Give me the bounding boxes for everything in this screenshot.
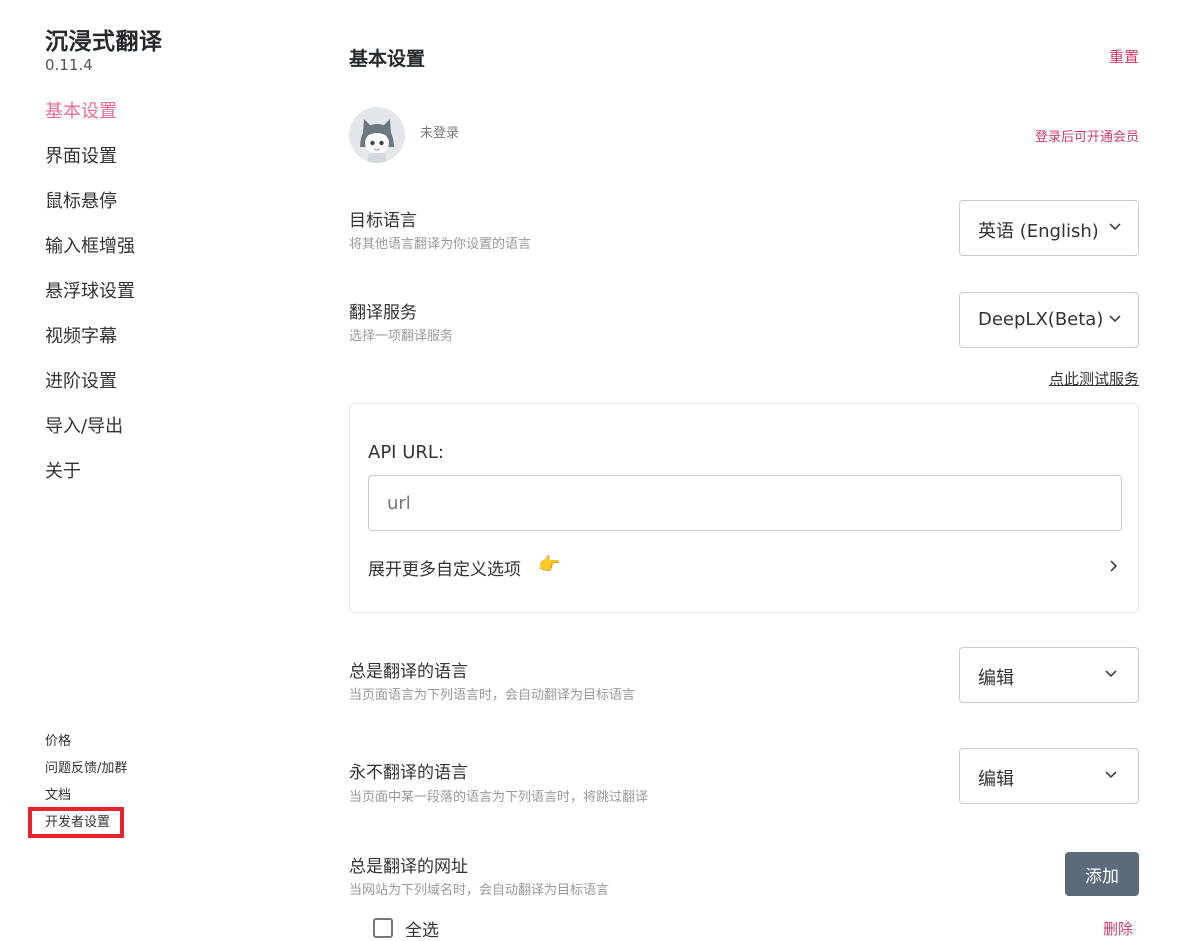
always-translate-languages-title: 总是翻译的语言 <box>349 662 468 682</box>
never-translate-languages-select[interactable]: 编辑 <box>959 748 1139 804</box>
never-translate-languages-title: 永不翻译的语言 <box>349 763 468 783</box>
translation-service-value: DeepLX(Beta) <box>978 309 1104 330</box>
add-site-button[interactable]: 添加 <box>1065 852 1139 896</box>
select-all-checkbox[interactable] <box>373 918 393 938</box>
nav-item-float-ball[interactable]: 悬浮球设置 <box>45 277 135 303</box>
never-translate-languages-desc: 当页面中某一段落的语言为下列语言时，将跳过翻译 <box>349 790 649 805</box>
app-version: 0.11.4 <box>45 56 93 74</box>
select-all-label: 全选 <box>405 921 439 941</box>
nav-item-input-enhance[interactable]: 输入框增强 <box>45 232 135 258</box>
always-translate-sites-desc: 当网站为下列域名时，会自动翻译为目标语言 <box>349 883 610 898</box>
delete-link[interactable]: 删除 <box>1103 918 1133 939</box>
nav-item-import-export[interactable]: 导入/导出 <box>45 412 123 438</box>
page-title: 基本设置 <box>349 48 426 70</box>
nav-item-interface-settings[interactable]: 界面设置 <box>45 142 117 168</box>
avatar[interactable] <box>349 107 405 163</box>
app-title: 沉浸式翻译 <box>45 29 163 55</box>
translation-service-select[interactable]: DeepLX(Beta) <box>959 292 1139 348</box>
translation-service-title: 翻译服务 <box>349 303 417 323</box>
login-status: 未登录 <box>420 126 460 141</box>
footer-link-feedback[interactable]: 问题反馈/加群 <box>45 757 127 776</box>
target-language-desc: 将其他语言翻译为你设置的语言 <box>349 237 532 252</box>
service-config-panel: API URL: 展开更多自定义选项 👉 <box>349 403 1139 613</box>
always-translate-languages-desc: 当页面语言为下列语言时，会自动翻译为目标语言 <box>349 688 636 703</box>
target-language-title: 目标语言 <box>349 211 417 231</box>
chevron-down-icon <box>1105 670 1117 678</box>
chevron-down-icon <box>1109 223 1121 231</box>
chevron-down-icon <box>1105 771 1117 779</box>
target-language-select[interactable]: 英语 (English) <box>959 200 1139 256</box>
never-translate-languages-value: 编辑 <box>978 769 1014 790</box>
test-service-link[interactable]: 点此测试服务 <box>1049 368 1139 389</box>
expand-options-label: 展开更多自定义选项 <box>368 560 521 580</box>
footer-link-docs[interactable]: 文档 <box>45 784 71 803</box>
sidebar: 沉浸式翻译 0.11.4 基本设置 界面设置 鼠标悬停 输入框增强 悬浮球设置 … <box>0 0 300 927</box>
always-translate-sites-title: 总是翻译的网址 <box>349 857 468 877</box>
api-url-input[interactable] <box>368 475 1122 531</box>
nav-item-video-subtitles[interactable]: 视频字幕 <box>45 322 117 348</box>
chevron-right-icon <box>1110 560 1118 572</box>
member-link[interactable]: 登录后可开通会员 <box>1035 126 1139 145</box>
reset-link[interactable]: 重置 <box>1109 46 1139 67</box>
nav-item-mouse-hover[interactable]: 鼠标悬停 <box>45 187 117 213</box>
nav-item-about[interactable]: 关于 <box>45 457 81 483</box>
nav-item-advanced-settings[interactable]: 进阶设置 <box>45 367 117 393</box>
highlight-box <box>28 807 124 838</box>
main-content: 基本设置 重置 未登录 登录后可开通会员 目标语言 将其他语言翻译为你设置的语言… <box>349 0 1139 941</box>
cat-avatar-icon <box>349 107 405 163</box>
api-url-label: API URL: <box>368 442 444 463</box>
always-translate-languages-select[interactable]: 编辑 <box>959 647 1139 703</box>
expand-options-row[interactable]: 展开更多自定义选项 👉 <box>368 552 1122 582</box>
pointing-right-icon: 👉 <box>538 554 561 575</box>
translation-service-desc: 选择一项翻译服务 <box>349 329 454 344</box>
footer-link-pricing[interactable]: 价格 <box>45 730 71 749</box>
chevron-down-icon <box>1109 315 1121 323</box>
nav-item-basic-settings[interactable]: 基本设置 <box>45 97 117 123</box>
target-language-value: 英语 (English) <box>978 221 1099 242</box>
always-translate-languages-value: 编辑 <box>978 668 1014 689</box>
